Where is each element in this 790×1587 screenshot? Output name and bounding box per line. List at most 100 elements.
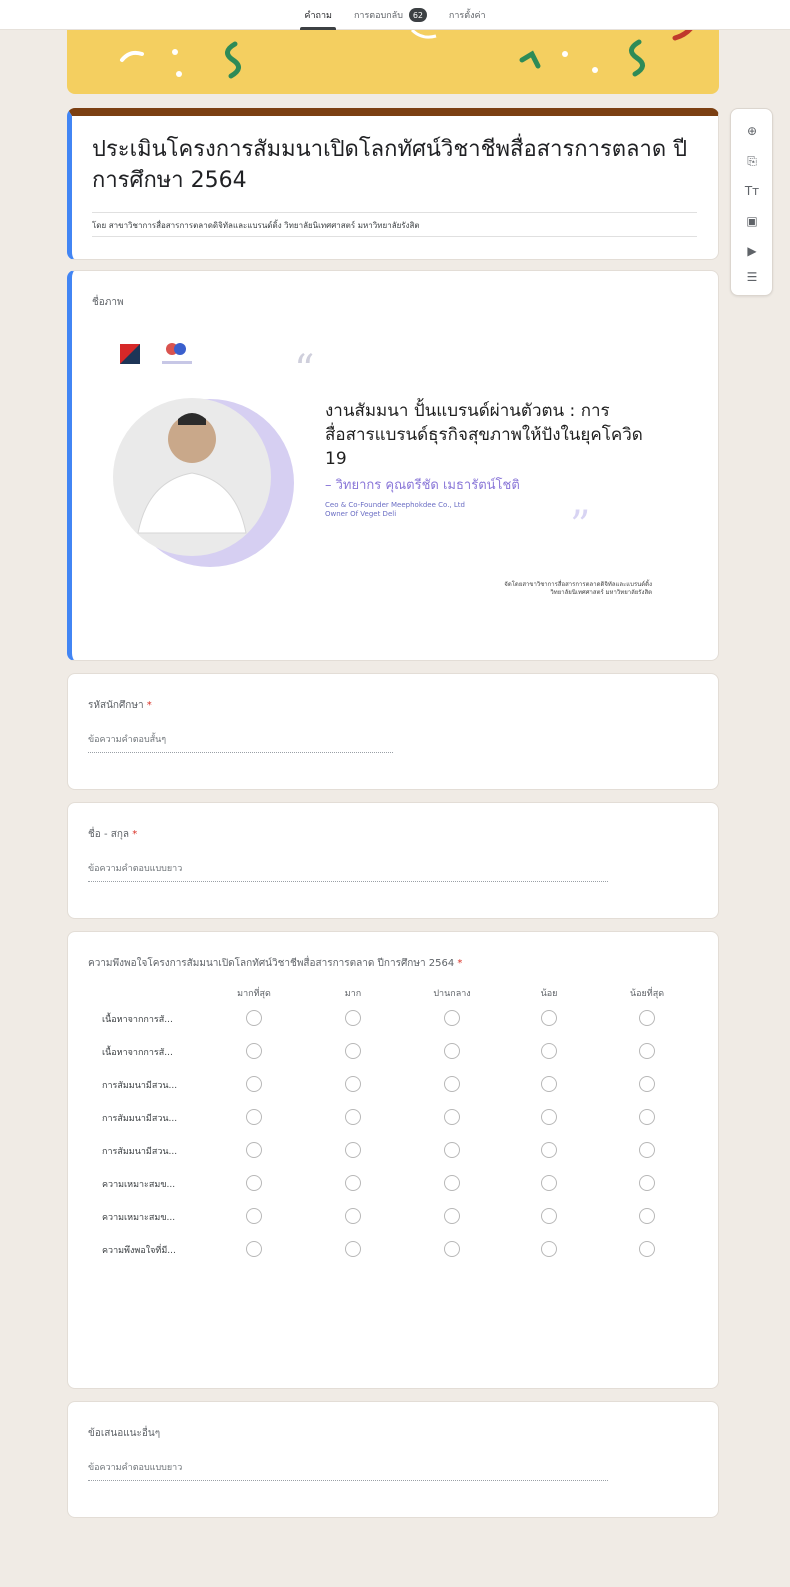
title-underline bbox=[92, 212, 697, 213]
question-title-student-id: รหัสนักศึกษา * bbox=[88, 698, 152, 713]
required-asterisk: * bbox=[146, 700, 152, 711]
question-label-satisfaction: ความพึงพอใจโครงการสัมมนาเปิดโลกทัศน์วิชา… bbox=[88, 958, 455, 969]
description-underline bbox=[92, 236, 697, 237]
long-answer-placeholder: ข้อความคำตอบแบบยาว bbox=[88, 861, 608, 882]
floating-toolbar: ⊕ ⎘ Tт ▣ ▶ ☰ bbox=[730, 108, 773, 296]
poster-headline: งานสัมมนา ปั้นแบรนด์ผ่านตัวตน : การสื่อส… bbox=[325, 401, 643, 469]
form-description[interactable]: โดย สาขาวิชาการสื่อสารการตลาดดิจิทัลและแ… bbox=[92, 219, 697, 232]
grid-radio[interactable] bbox=[444, 1142, 460, 1158]
question-label-suggestions: ข้อเสนอแนะอื่นๆ bbox=[88, 1428, 161, 1439]
grid-row-label: เนื้อหาจากการสั... bbox=[102, 1015, 173, 1025]
poster-footer-line-1: จัดโดยสาขาวิชาการสื่อสารการตลาดดิจิทัลแล… bbox=[504, 581, 652, 588]
grid-radio[interactable] bbox=[444, 1076, 460, 1092]
tab-questions[interactable]: คำถาม bbox=[300, 0, 336, 30]
grid-radio[interactable] bbox=[444, 1208, 460, 1224]
grid-radio[interactable] bbox=[541, 1142, 557, 1158]
grid-radio[interactable] bbox=[639, 1208, 655, 1224]
grid-radio[interactable] bbox=[541, 1109, 557, 1125]
grid-radio[interactable] bbox=[444, 1043, 460, 1059]
grid-radio[interactable] bbox=[246, 1208, 262, 1224]
tab-questions-label: คำถาม bbox=[304, 11, 332, 21]
grid-radio[interactable] bbox=[345, 1076, 361, 1092]
question-label-full-name: ชื่อ - สกุล bbox=[88, 829, 130, 840]
grid-radio[interactable] bbox=[246, 1010, 262, 1026]
grid-radio[interactable] bbox=[639, 1241, 655, 1257]
grid-radio[interactable] bbox=[246, 1043, 262, 1059]
grid-radio[interactable] bbox=[541, 1241, 557, 1257]
question-card-satisfaction-grid[interactable]: ความพึงพอใจโครงการสัมมนาเปิดโลกทัศน์วิชา… bbox=[67, 931, 719, 1389]
grid-radio[interactable] bbox=[345, 1142, 361, 1158]
svg-text:”: ” bbox=[570, 503, 590, 549]
grid-column-header: มากที่สุด bbox=[237, 989, 271, 999]
grid-radio[interactable] bbox=[246, 1109, 262, 1125]
grid-radio[interactable] bbox=[541, 1010, 557, 1026]
required-asterisk: * bbox=[457, 958, 463, 969]
responses-count-badge: 62 bbox=[408, 8, 427, 22]
question-card-suggestions[interactable]: ข้อเสนอแนะอื่นๆ ข้อความคำตอบแบบยาว bbox=[67, 1401, 719, 1518]
add-question-icon[interactable]: ⊕ bbox=[742, 121, 762, 141]
seminar-poster-image: “ ” งานสัมมนา ปั้นแบรนด์ผ่านตัวตน : การส… bbox=[92, 311, 692, 641]
grid-radio[interactable] bbox=[541, 1208, 557, 1224]
confetti-graphic bbox=[120, 30, 693, 79]
add-video-icon[interactable]: ▶ bbox=[742, 241, 762, 261]
grid-radio[interactable] bbox=[541, 1076, 557, 1092]
grid-column-header: ปานกลาง bbox=[433, 989, 471, 999]
add-image-icon[interactable]: ▣ bbox=[742, 211, 762, 231]
grid-radio[interactable] bbox=[444, 1109, 460, 1125]
grid-radio[interactable] bbox=[639, 1142, 655, 1158]
question-card-student-id[interactable]: รหัสนักศึกษา * ข้อความคำตอบสั้นๆ bbox=[67, 673, 719, 790]
grid-radio[interactable] bbox=[246, 1241, 262, 1257]
grid-radio[interactable] bbox=[345, 1010, 361, 1026]
poster-role-line-1: Ceo & Co-Founder Meephokdee Co., Ltd bbox=[325, 501, 465, 509]
tab-settings[interactable]: การตั้งค่า bbox=[445, 0, 490, 30]
poster-role-line-2: Owner Of Veget Deli bbox=[325, 510, 397, 518]
poster-footer: จัดโดยสาขาวิชาการสื่อสารการตลาดดิจิทัลแล… bbox=[452, 581, 652, 597]
grid-radio[interactable] bbox=[444, 1175, 460, 1191]
grid-radio[interactable] bbox=[639, 1076, 655, 1092]
grid-column-header: มาก bbox=[344, 989, 362, 999]
tab-responses-label: การตอบกลับ bbox=[353, 11, 403, 21]
grid-radio[interactable] bbox=[444, 1010, 460, 1026]
grid-row-label: การสัมมนามีสวน... bbox=[102, 1147, 178, 1157]
grid-radio[interactable] bbox=[639, 1175, 655, 1191]
grid-radio[interactable] bbox=[345, 1175, 361, 1191]
svg-text:“: “ bbox=[294, 347, 314, 393]
grid-radio[interactable] bbox=[246, 1076, 262, 1092]
grid-row-label: ความพึงพอใจที่มี... bbox=[102, 1246, 176, 1256]
grid-row-label: เนื้อหาจากการสั... bbox=[102, 1048, 173, 1058]
grid-radio[interactable] bbox=[639, 1109, 655, 1125]
image-item-card[interactable]: ชื่อภาพ “ ” งานสัมมนา ปั้นแบรนด์ผ่านตัวต… bbox=[67, 270, 719, 661]
grid-radio[interactable] bbox=[345, 1109, 361, 1125]
question-card-full-name[interactable]: ชื่อ - สกุล * ข้อความคำตอบแบบยาว bbox=[67, 802, 719, 919]
grid-radio[interactable] bbox=[444, 1241, 460, 1257]
header-banner bbox=[67, 30, 719, 94]
add-section-icon[interactable]: ☰ bbox=[742, 267, 762, 287]
grid-radio[interactable] bbox=[246, 1142, 262, 1158]
form-title[interactable]: ประเมินโครงการสัมมนาเปิดโลกทัศน์วิชาชีพส… bbox=[92, 134, 692, 196]
grid-radio[interactable] bbox=[345, 1241, 361, 1257]
long-answer-placeholder: ข้อความคำตอบแบบยาว bbox=[88, 1460, 608, 1481]
grid-radio[interactable] bbox=[639, 1043, 655, 1059]
grid-radio[interactable] bbox=[541, 1043, 557, 1059]
import-questions-icon[interactable]: ⎘ bbox=[742, 151, 762, 171]
grid-row-label: การสัมมนามีสวน... bbox=[102, 1114, 178, 1124]
grid-radio[interactable] bbox=[541, 1175, 557, 1191]
question-title-satisfaction: ความพึงพอใจโครงการสัมมนาเปิดโลกทัศน์วิชา… bbox=[88, 956, 462, 971]
grid-radio[interactable] bbox=[345, 1208, 361, 1224]
grid-row-label: ความเหมาะสมข... bbox=[102, 1180, 176, 1190]
grid-radio[interactable] bbox=[639, 1010, 655, 1026]
grid-row-label: การสัมมนามีสวน... bbox=[102, 1081, 178, 1091]
grid-radio[interactable] bbox=[246, 1175, 262, 1191]
poster-speaker-role: Ceo & Co-Founder Meephokdee Co., Ltd Own… bbox=[325, 501, 545, 519]
form-title-card[interactable]: ประเมินโครงการสัมมนาเปิดโลกทัศน์วิชาชีพส… bbox=[67, 108, 719, 260]
top-tab-bar: คำถาม การตอบกลับ 62 การตั้งค่า bbox=[0, 0, 790, 30]
image-title-label: ชื่อภาพ bbox=[92, 297, 124, 308]
required-asterisk: * bbox=[132, 829, 138, 840]
poster-footer-line-2: วิทยาลัยนิเทศศาสตร์ มหาวิทยาลัยรังสิต bbox=[550, 589, 652, 596]
tab-responses[interactable]: การตอบกลับ 62 bbox=[350, 0, 431, 30]
question-label-student-id: รหัสนักศึกษา bbox=[88, 700, 144, 711]
add-title-icon[interactable]: Tт bbox=[742, 181, 762, 201]
grid-radio[interactable] bbox=[345, 1043, 361, 1059]
poster-speaker: – วิทยากร คุณตรีชัด เมธารัตน์โชติ bbox=[325, 478, 520, 493]
short-answer-placeholder: ข้อความคำตอบสั้นๆ bbox=[88, 732, 393, 753]
